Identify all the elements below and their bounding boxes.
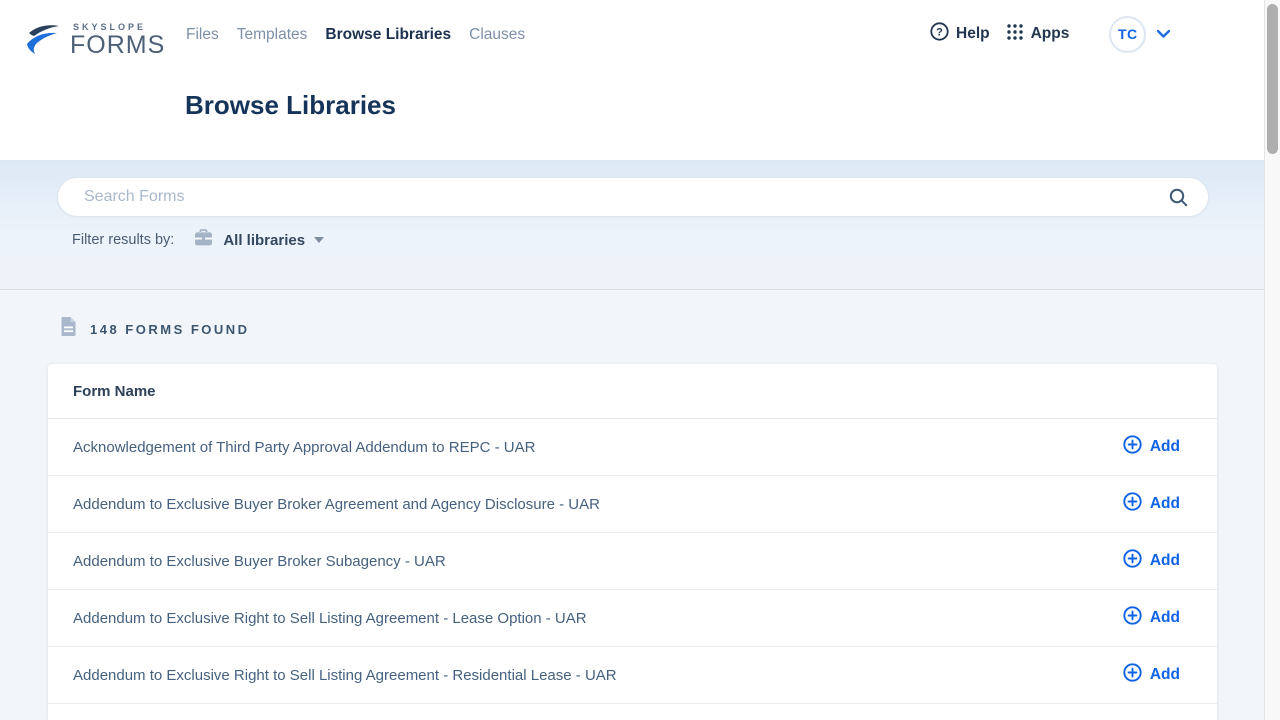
nav-item-clauses[interactable]: Clauses bbox=[469, 26, 525, 44]
add-form-button[interactable]: Add bbox=[1123, 663, 1180, 687]
skyslope-logo-icon bbox=[24, 20, 62, 65]
add-button-label: Add bbox=[1150, 609, 1180, 627]
filter-by-label: Filter results by: bbox=[72, 232, 174, 248]
main-nav: Files Templates Browse Libraries Clauses bbox=[186, 26, 525, 44]
form-name: Addendum to Exclusive Right to Sell List… bbox=[73, 610, 587, 627]
form-name: Addendum to Exclusive Right to Sell List… bbox=[73, 667, 617, 684]
form-name: Addendum to Exclusive Buyer Broker Agree… bbox=[73, 496, 600, 513]
plus-circle-icon bbox=[1123, 606, 1142, 630]
apps-label: Apps bbox=[1031, 25, 1070, 43]
brand-text: SKYSLOPE FORMS bbox=[70, 20, 165, 58]
search-filter-section: Filter results by: All libraries bbox=[0, 160, 1264, 290]
library-filter-dropdown[interactable]: All libraries bbox=[223, 232, 305, 249]
briefcase-icon bbox=[194, 229, 213, 251]
apps-grid-icon bbox=[1006, 23, 1024, 46]
page-title: Browse Libraries bbox=[185, 90, 396, 121]
add-form-button[interactable]: Add bbox=[1123, 549, 1180, 573]
search-icon[interactable] bbox=[1168, 187, 1189, 213]
help-icon: ? bbox=[930, 22, 949, 46]
top-header: SKYSLOPE FORMS Files Templates Browse Li… bbox=[0, 0, 1264, 160]
skyslope-forms-logo[interactable]: SKYSLOPE FORMS bbox=[24, 20, 165, 65]
table-row[interactable]: Addendum to Exclusive Buyer Broker Agree… bbox=[48, 476, 1217, 533]
table-row[interactable]: Addendum to Exclusive Right to Sell List… bbox=[48, 647, 1217, 704]
forms-found-label: 148 FORMS FOUND bbox=[90, 322, 250, 337]
add-button-label: Add bbox=[1150, 552, 1180, 570]
apps-button[interactable]: Apps bbox=[1006, 23, 1070, 46]
filter-row: Filter results by: All libraries bbox=[72, 229, 324, 251]
vertical-scrollbar[interactable] bbox=[1264, 0, 1280, 720]
nav-item-browse-libraries[interactable]: Browse Libraries bbox=[325, 26, 451, 44]
add-button-label: Add bbox=[1150, 666, 1180, 684]
plus-circle-icon bbox=[1123, 435, 1142, 459]
forms-table-card: Form Name Acknowledgement of Third Party… bbox=[48, 364, 1217, 720]
help-button[interactable]: ? Help bbox=[930, 22, 990, 46]
add-form-button[interactable]: Add bbox=[1123, 435, 1180, 459]
search-input[interactable] bbox=[57, 177, 1209, 217]
form-name-column-header: Form Name bbox=[73, 383, 156, 400]
plus-circle-icon bbox=[1123, 549, 1142, 573]
avatar-initials: TC bbox=[1118, 26, 1138, 42]
dropdown-caret-icon[interactable] bbox=[314, 237, 324, 243]
brand-forms-label: FORMS bbox=[70, 33, 165, 58]
table-row-partial bbox=[48, 704, 1217, 720]
table-row[interactable]: Addendum to Exclusive Buyer Broker Subag… bbox=[48, 533, 1217, 590]
table-header-row: Form Name bbox=[48, 364, 1217, 419]
scrollbar-thumb[interactable] bbox=[1267, 4, 1278, 154]
add-form-button[interactable]: Add bbox=[1123, 606, 1180, 630]
plus-circle-icon bbox=[1123, 663, 1142, 687]
plus-circle-icon bbox=[1123, 492, 1142, 516]
search-form-wrapper bbox=[57, 177, 1209, 217]
results-count-row: 148 FORMS FOUND bbox=[60, 316, 250, 342]
form-name: Addendum to Exclusive Buyer Broker Subag… bbox=[73, 553, 446, 570]
add-form-button[interactable]: Add bbox=[1123, 492, 1180, 516]
add-button-label: Add bbox=[1150, 495, 1180, 513]
table-row[interactable]: Acknowledgement of Third Party Approval … bbox=[48, 419, 1217, 476]
svg-text:?: ? bbox=[936, 26, 943, 38]
add-button-label: Add bbox=[1150, 438, 1180, 456]
form-document-icon bbox=[60, 316, 77, 342]
nav-item-files[interactable]: Files bbox=[186, 26, 219, 44]
header-actions: ? Help Apps bbox=[930, 12, 1171, 56]
table-row[interactable]: Addendum to Exclusive Right to Sell List… bbox=[48, 590, 1217, 647]
help-label: Help bbox=[956, 25, 990, 43]
app-window: SKYSLOPE FORMS Files Templates Browse Li… bbox=[0, 0, 1280, 720]
nav-item-templates[interactable]: Templates bbox=[237, 26, 308, 44]
user-avatar[interactable]: TC bbox=[1109, 16, 1146, 53]
account-menu-chevron-icon[interactable] bbox=[1156, 29, 1171, 39]
form-name: Acknowledgement of Third Party Approval … bbox=[73, 439, 535, 456]
